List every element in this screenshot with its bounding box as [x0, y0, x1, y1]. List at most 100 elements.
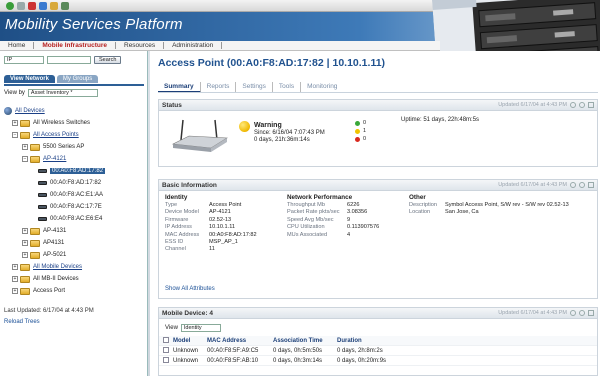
globe-icon: [4, 107, 12, 115]
tree-item-access-port[interactable]: + Access Port: [4, 285, 144, 297]
left-tabs: View Network My Groups: [4, 75, 99, 83]
folder-icon: [30, 155, 40, 163]
expand-icon[interactable]: +: [22, 240, 28, 246]
access-point-icon: [38, 217, 47, 221]
column-header[interactable]: Model: [173, 338, 207, 344]
refresh-icon[interactable]: [570, 310, 576, 316]
identity-row: ESS ID MSP_AP_1: [165, 239, 238, 246]
mobile-view-select[interactable]: Identity: [180, 324, 221, 332]
collapse-icon[interactable]: −: [12, 132, 18, 138]
cell-duration: 0 days, 0h:20m:9s: [337, 357, 387, 364]
status-since: Since: 6/16/04 7:07:43 PM: [254, 130, 325, 136]
folder-icon: [20, 275, 30, 283]
tree-last-updated: Last Updated: 6/17/04 at 4:43 PM: [4, 308, 94, 314]
tree-item-all-wireless-switches[interactable]: + All Wireless Switches: [4, 117, 144, 129]
green-dot-icon: [355, 120, 360, 126]
tabs-divider: [158, 92, 598, 93]
tree-item-5500-series[interactable]: + 5500 Series AP: [4, 141, 144, 153]
identity-heading: Identity: [165, 194, 188, 201]
tree-item-all-devices[interactable]: All Devices: [4, 105, 144, 117]
forward-icon[interactable]: [17, 1, 25, 10]
row-checkbox[interactable]: [163, 356, 169, 363]
nav-home[interactable]: Home: [0, 42, 35, 49]
network-row: CPU Utilization 0.113907576: [287, 224, 380, 231]
select-all-checkbox[interactable]: [163, 336, 169, 343]
tree-item-ap-4131[interactable]: + AP-4131: [4, 225, 144, 237]
expand-icon[interactable]: +: [12, 288, 18, 294]
page-title: Access Point (00:A0:F8:AD:17:82 | 10.10.…: [158, 57, 386, 69]
view-by-select[interactable]: Asset Inventory *: [27, 89, 98, 97]
folder-icon: [30, 251, 40, 259]
expand-icon[interactable]: +: [12, 264, 18, 270]
tree-item-ap4131[interactable]: + AP4131: [4, 237, 144, 249]
expand-icon[interactable]: +: [12, 276, 18, 282]
tree-item-ap-device[interactable]: 00:A0:F8:AD:17:82: [4, 165, 144, 177]
status-panel-header: Status Updated 6/17/04 at 4:43 PM: [159, 100, 597, 111]
search-type-select[interactable]: IP: [4, 56, 44, 64]
cell-association-time: 0 days, 0h:3m:14s: [273, 357, 323, 364]
help-icon[interactable]: [579, 310, 585, 316]
mobile-devices-header: Mobile Device: 4 Updated 6/17/04 at 4:43…: [159, 308, 597, 319]
identity-row: Type Access Point: [165, 202, 242, 208]
search-row: IP Search: [4, 56, 122, 64]
identity-row: Firmware 02.52-13: [165, 216, 232, 223]
table-row[interactable]: Unknown 00:A0:F8:5F:A9:C5 0 days, 0h:5m:…: [159, 346, 597, 356]
table-row[interactable]: Unknown 00:A0:F8:5F:AB:10 0 days, 0h:3m:…: [159, 356, 597, 366]
tree-item-ap-device[interactable]: 00:A0:F8:AC:E1:AA: [4, 189, 144, 201]
other-row: Location San Jose, Ca: [409, 209, 479, 216]
tree-item-all-mb-devices[interactable]: + All MB-II Devices: [4, 273, 144, 285]
column-header[interactable]: Duration: [337, 338, 397, 344]
help-icon[interactable]: [579, 102, 585, 108]
network-tree: All Devices + All Wireless Switches − Al…: [4, 105, 144, 297]
search-input[interactable]: [47, 56, 91, 64]
home-icon[interactable]: [50, 1, 58, 10]
tree-item-ap-device[interactable]: 00:A0:F8:AC:17:7E: [4, 201, 144, 213]
refresh-icon[interactable]: [39, 1, 47, 10]
mobile-view-label: View: [165, 325, 178, 331]
main-content: Access Point (00:A0:F8:AD:17:82 | 10.10.…: [150, 51, 600, 376]
nav-mobile-infrastructure[interactable]: Mobile Infrastructure: [34, 42, 116, 49]
reload-trees-link[interactable]: Reload Trees: [4, 319, 40, 325]
collapse-icon[interactable]: −: [22, 156, 28, 162]
tree-item-ap-5021[interactable]: + AP-5021: [4, 249, 144, 261]
stop-icon[interactable]: [28, 1, 36, 10]
close-icon[interactable]: [588, 182, 594, 188]
tree-item-all-access-points[interactable]: − All Access Points: [4, 129, 144, 141]
basic-info-title: Basic Information: [162, 181, 217, 189]
back-icon[interactable]: [6, 1, 14, 10]
tab-view-network[interactable]: View Network: [4, 75, 55, 83]
network-row: MUs Associated 4: [287, 231, 351, 238]
row-checkbox[interactable]: [163, 346, 169, 353]
expand-icon[interactable]: +: [22, 252, 28, 258]
search-button[interactable]: Search: [94, 56, 122, 64]
tree-item-ap-device[interactable]: 00:A0:F8:AC:E6:E4: [4, 213, 144, 225]
updated-timestamp: Updated 6/17/04 at 4:43 PM: [498, 310, 567, 316]
tree-item-ap-4121[interactable]: − AP-4121: [4, 153, 144, 165]
identity-row: Device Model AP-4121: [165, 209, 231, 216]
column-header[interactable]: Association Time: [273, 338, 337, 344]
expand-icon[interactable]: +: [22, 228, 28, 234]
column-header[interactable]: MAC Address: [207, 338, 273, 344]
help-icon[interactable]: [579, 182, 585, 188]
identity-row: IP Address 10.10.1.11: [165, 224, 236, 231]
expand-icon[interactable]: +: [12, 120, 18, 126]
cell-model: Unknown: [173, 357, 199, 364]
search-toolbar-icon[interactable]: [61, 1, 69, 10]
refresh-icon[interactable]: [570, 182, 576, 188]
show-all-attributes-link[interactable]: Show All Attributes: [165, 286, 215, 292]
alarm-count-ok: 0: [355, 120, 366, 126]
refresh-icon[interactable]: [570, 102, 576, 108]
updated-timestamp: Updated 6/17/04 at 4:43 PM: [498, 182, 567, 188]
nav-administration[interactable]: Administration: [164, 42, 223, 49]
tree-item-all-mobile-devices[interactable]: + All Mobile Devices: [4, 261, 144, 273]
tab-my-groups[interactable]: My Groups: [56, 75, 99, 83]
status-panel: Status Updated 6/17/04 at 4:43 PM Warnin…: [158, 99, 598, 167]
expand-icon[interactable]: +: [22, 144, 28, 150]
main-nav: Home Mobile Infrastructure Resources Adm…: [0, 41, 440, 51]
folder-icon: [30, 239, 40, 247]
tree-item-ap-device[interactable]: 00:A0:F8:AD:17:82: [4, 177, 144, 189]
nav-resources[interactable]: Resources: [116, 42, 165, 49]
close-icon[interactable]: [588, 310, 594, 316]
close-icon[interactable]: [588, 102, 594, 108]
app-window: Mobility Services Platform Home Mobile I…: [0, 0, 600, 376]
